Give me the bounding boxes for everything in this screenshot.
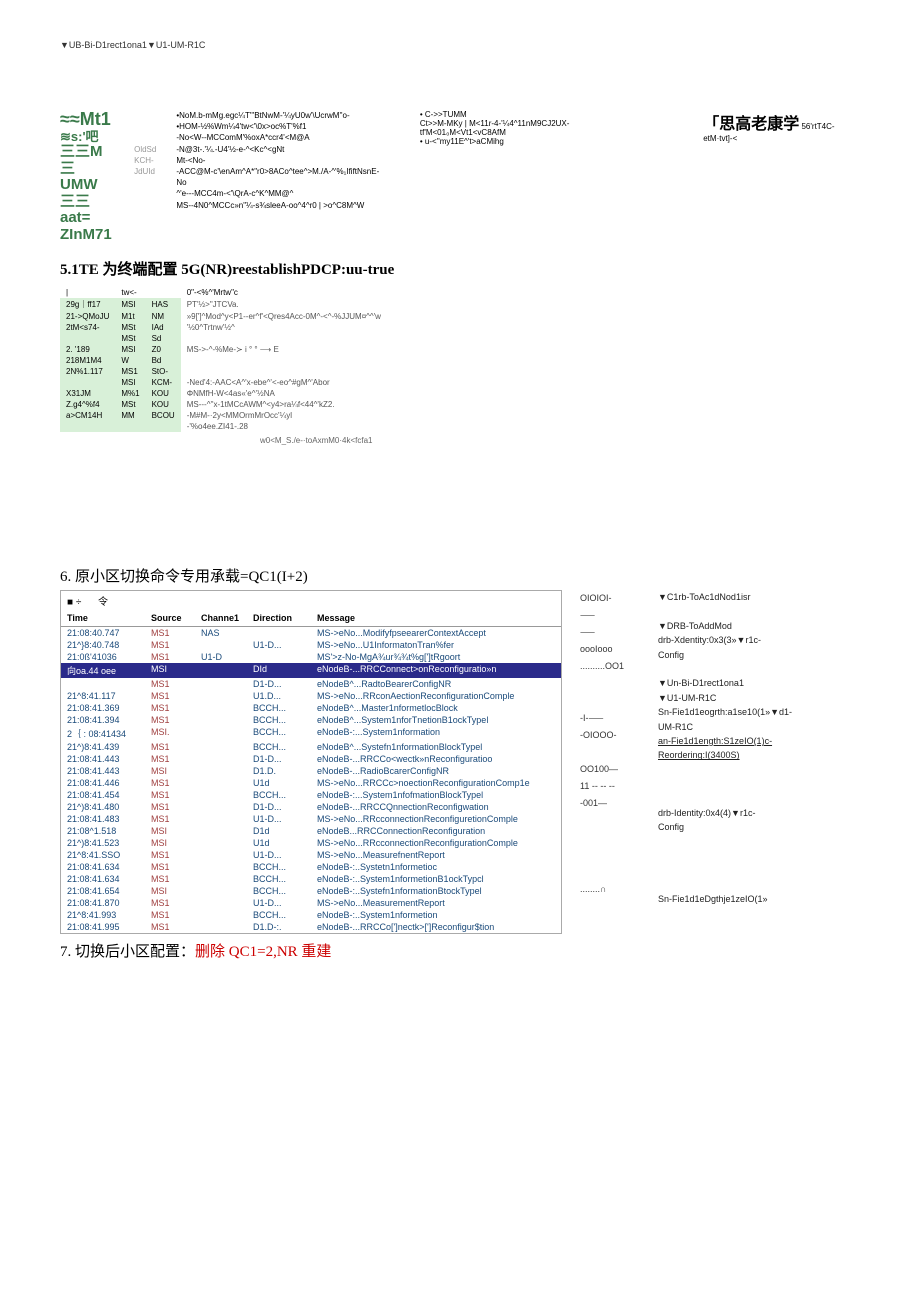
table-5: |tw<-0"-<%^'Mrtw"c 29g｜ff17MSIHASPT'½>"J… (60, 287, 387, 432)
table-row: 2tM<s74-MStIAd'½0^Trtnw'½^ (60, 322, 387, 333)
table-row: 29g｜ff17MSIHASPT'½>"JTCVa. (60, 298, 387, 311)
trace-row[interactable]: 2｛ : 08:41434MSI.BCCH...eNodeB-:...Syste… (61, 726, 561, 741)
mid-labels: OldSd KCH- JdUId (134, 110, 156, 177)
trace-row[interactable]: 21:08:41.483MS1U1-D...MS->eNo...RRcconne… (61, 813, 561, 825)
table-5-footer: w0<M_S./e-·toAxmM0·4k<fcfa1 (260, 436, 860, 445)
trace-row[interactable]: 21^)8:41.523MSIU1dMS->eNo...RRcconnectio… (61, 837, 561, 849)
trace-row[interactable]: 21:08:41.443MS1D1-D...eNodeB-...RRCCo<we… (61, 753, 561, 765)
trace-row[interactable]: 21:08:41.654MSIBCCH...eNodeB-:..Systefn1… (61, 885, 561, 897)
table-row: 2N%1.117MS1StO- (60, 366, 387, 377)
table-row: -'%o4ee.ZⅠ41-.28 (60, 421, 387, 432)
trace-row[interactable]: 21:08:41.369MS1BCCH...eNodeB^...Master1n… (61, 702, 561, 714)
trace-row[interactable]: 21:08:40.747MS1NASMS->eNo...Modifyfpseea… (61, 627, 561, 639)
heading-7: 7. 切换后小区配置：删除 QC1=2,NR 重建 (60, 940, 860, 961)
bits-column: OIOIOI-⸺⸺oooIooo..........OO1 -I-⸺-OIOOO… (580, 590, 640, 898)
trace-row[interactable]: 21^8:41.117MS1U1.D...MS->eNo...RRconAect… (61, 690, 561, 702)
trace-row[interactable]: 21:0ß'41036MS1U1-DMS'>z-No-MgA¾ur¾¾t%g['… (61, 651, 561, 663)
mid-lines: •NoM.b-mMg.egc¼T'"BtNwM-'¼yU0w'\UcrwM''o… (176, 110, 380, 211)
trace-row[interactable]: 21^8:41.993MS1BCCH...eNodeB-:..System1nf… (61, 909, 561, 921)
top-config-line: ▼UB-Bi-D1rect1ona1▼U1-UM-R1C (60, 40, 860, 50)
table-row: MStSd (60, 333, 387, 344)
table-row: 2. '189MSIZ0MS->-^-%Me-≻ i ° ° ⟶ E (60, 344, 387, 355)
trace-row[interactable]: MS1D1-D...eNodeB^...RadtoBearerConfigNR (61, 678, 561, 690)
tree-column: ▼C1rb-ToAc1dNod1isr ▼DRB-ToAddModdrb-Xde… (658, 590, 792, 907)
heading-6: 6. 原小区切换命令专用承载=QC1(I+2) (60, 565, 860, 586)
trace-row[interactable]: 21:08:41.995MS1D1.D-:.eNodeB-...RRCCo[']… (61, 921, 561, 933)
trace-row[interactable]: 向oa.44 oeeMSIDIdeNodeB-...RRCConnect>onR… (61, 663, 561, 678)
table-row: MSIKCM--Ned'4:-AAC<A^'x-ebe^'<-eo^#gM^'A… (60, 377, 387, 388)
table-row: 21->QMoJUM1tNM»9[']^Mod^y<P1--er^f'<Qres… (60, 311, 387, 322)
trace-row[interactable]: 21:08:41.870MS1U1-D...MS->eNo...Measurem… (61, 897, 561, 909)
table-row: X31JMM%1KOUΦNMfH-W<4as«'e^'½NA (60, 388, 387, 399)
table-row: Z.g4^%f4MStKOUMS---^''x-1tMCcAWM^<y4>ra¼… (60, 399, 387, 410)
trace-row[interactable]: 21^)8:41.439MS1BCCH...eNodeB^...Systefn1… (61, 741, 561, 753)
trace-row[interactable]: 21:08:41.454MS1BCCH...eNodeB-:...System1… (61, 789, 561, 801)
green-text-blob: ≈≈Mt1 ≋s:'吧 三三M 三 UMW 三三 aat= ZInM71 (60, 110, 114, 243)
cjk-title: 「思高老康学 (703, 116, 799, 133)
section-1: ≈≈Mt1 ≋s:'吧 三三M 三 UMW 三三 aat= ZInM71 Old… (60, 110, 860, 243)
right-block: • C->>TUMMCt>>M-MKy | M<11r-4-'¼4^11nM9C… (420, 110, 860, 146)
trace-header: Time Source Channe1 Direction Message (61, 610, 561, 627)
trace-row[interactable]: 21:08:41.634MS1BCCH...eNodeB-:..System1n… (61, 873, 561, 885)
table-row: 218M1M4WBd (60, 355, 387, 366)
heading-5: 5.1TE 为终端配置 5G(NR)reestablishPDCP:uu-tru… (60, 258, 860, 279)
trace-row[interactable]: 21:08:41.634MS1BCCH...eNodeB-:..Systetn1… (61, 861, 561, 873)
trace-row[interactable]: 21:08:41.443MSID1.D.eNodeB-...RadioBcare… (61, 765, 561, 777)
table-row: a>CM14HMMBCOU-M#M-·2y<MMOrmMrOcc'¼yl (60, 410, 387, 421)
trace-table[interactable]: ■ ÷ 令 Time Source Channe1 Direction Mess… (60, 590, 562, 934)
trace-row[interactable]: 21:08^1.518MSID1deNodeB...RRCConnectionR… (61, 825, 561, 837)
trace-row[interactable]: 21^}8:40.748MS1U1-D...MS->eNo...U1Inform… (61, 639, 561, 651)
trace-row[interactable]: 21:08:41.394MS1BCCH...eNodeB^...System1n… (61, 714, 561, 726)
trace-row[interactable]: 21^)8:41.480MS1D1-D...eNodeB-...RRCCQnne… (61, 801, 561, 813)
trace-row[interactable]: 21:08:41.446MS1U1dMS->eNo...RRCCc>noecti… (61, 777, 561, 789)
section-6: ■ ÷ 令 Time Source Channe1 Direction Mess… (60, 590, 860, 934)
trace-row[interactable]: 21^8:41.SSOMS1U1-D...MS->eNo...Measurefn… (61, 849, 561, 861)
